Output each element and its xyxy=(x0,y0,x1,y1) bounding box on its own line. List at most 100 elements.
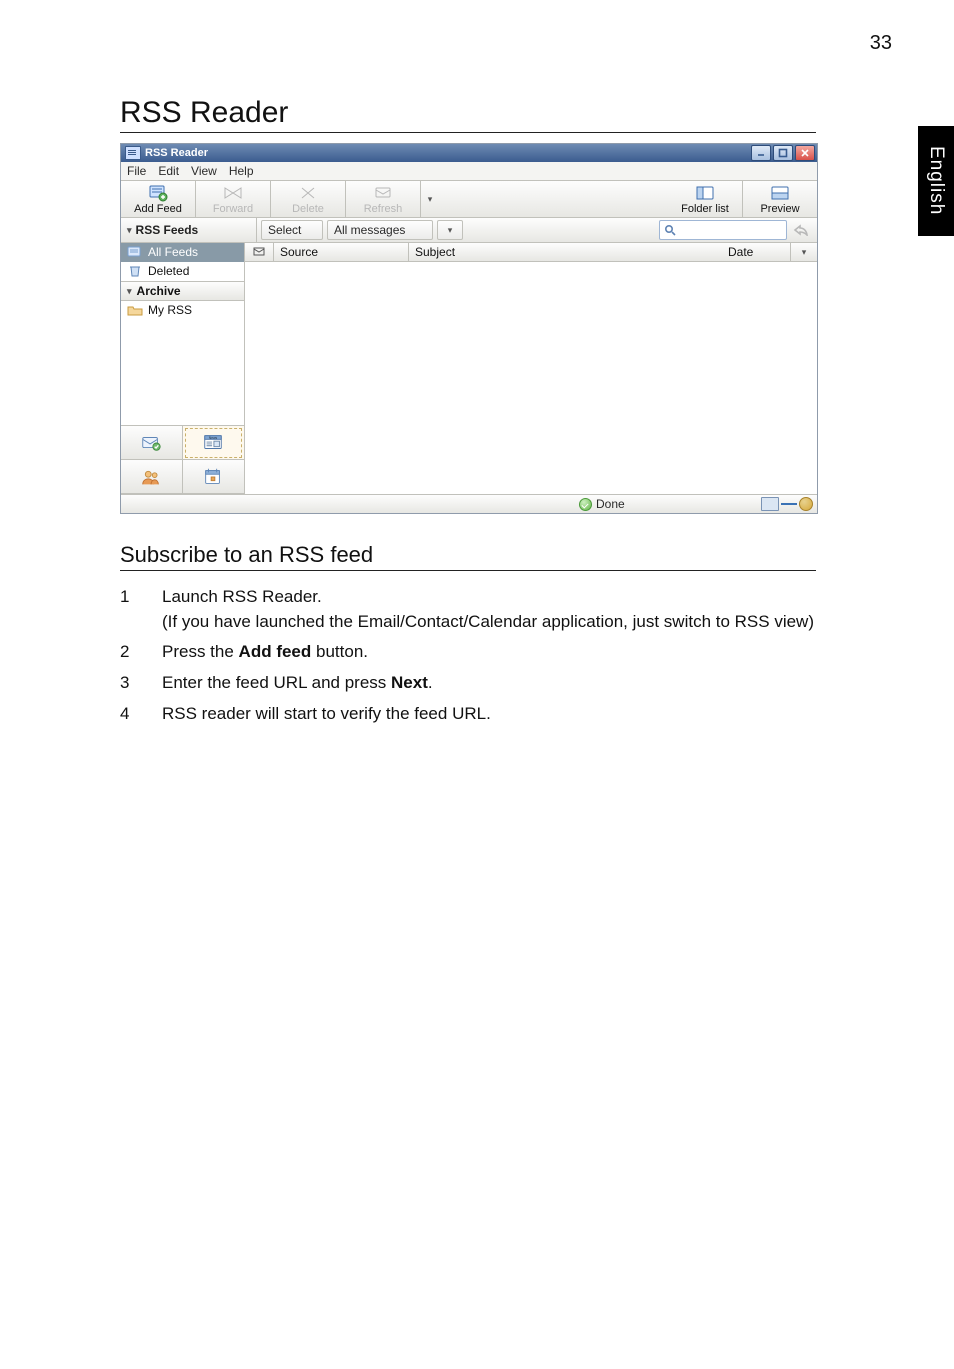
step-text-bold: Add feed xyxy=(239,642,312,661)
step-number: 2 xyxy=(120,640,162,665)
menu-file[interactable]: File xyxy=(127,164,146,178)
menubar: File Edit View Help xyxy=(121,162,817,181)
column-header-source-label: Source xyxy=(280,245,318,259)
news-icon: News xyxy=(202,432,224,454)
view-calendar-button[interactable] xyxy=(183,460,245,494)
column-header-sort-dropdown[interactable]: ▾ xyxy=(791,243,817,261)
tree-archive-section[interactable]: ▾ Archive xyxy=(121,281,244,301)
view-news-button[interactable]: News xyxy=(183,426,245,460)
delete-label: Delete xyxy=(292,203,324,215)
folder-list-label: Folder list xyxy=(681,203,729,215)
filter-extra-dropdown[interactable]: ▾ xyxy=(437,220,463,240)
folder-icon xyxy=(127,303,143,317)
step-number: 1 xyxy=(120,585,162,634)
refresh-icon xyxy=(373,184,393,202)
menu-view[interactable]: View xyxy=(191,164,217,178)
calendar-icon xyxy=(202,466,224,488)
view-mail-button[interactable] xyxy=(121,426,183,460)
tree-deleted[interactable]: Deleted xyxy=(121,262,244,281)
message-list-body xyxy=(245,262,817,494)
tree-all-feeds[interactable]: All Feeds xyxy=(121,243,244,262)
app-icon xyxy=(125,146,141,160)
computer-icon xyxy=(761,497,779,511)
folder-list-button[interactable]: Folder list xyxy=(668,181,743,217)
minimize-icon xyxy=(756,148,766,158)
step-3: 3 Enter the feed URL and press Next. xyxy=(120,671,816,696)
forward-label: Forward xyxy=(213,203,253,215)
step-number: 4 xyxy=(120,702,162,727)
refresh-dropdown: ▾ xyxy=(421,181,439,217)
sidebar: All Feeds Deleted ▾ Archive xyxy=(121,243,245,494)
step-text: Launch RSS Reader. xyxy=(162,587,322,606)
rss-reader-window: RSS Reader File Edit View Help xyxy=(120,143,818,514)
reply-arrow-icon xyxy=(789,224,813,236)
add-feed-button[interactable]: Add Feed xyxy=(121,181,196,217)
tree-all-feeds-label: All Feeds xyxy=(148,245,198,259)
chevron-down-icon: ▾ xyxy=(127,286,132,297)
column-header-envelope[interactable] xyxy=(245,243,274,261)
column-header-source[interactable]: Source xyxy=(274,243,409,261)
refresh-label: Refresh xyxy=(364,203,403,215)
section-heading: Subscribe to an RSS feed xyxy=(120,542,816,571)
window-title: RSS Reader xyxy=(145,147,208,159)
page-number: 33 xyxy=(870,32,892,55)
chevron-down-icon: ▾ xyxy=(802,247,807,258)
step-4: 4 RSS reader will start to verify the fe… xyxy=(120,702,816,727)
step-text: (If you have launched the Email/Contact/… xyxy=(162,612,814,631)
envelope-icon xyxy=(140,432,162,454)
window-minimize-button[interactable] xyxy=(751,145,771,161)
delete-button: Delete xyxy=(271,181,346,217)
globe-icon xyxy=(799,497,813,511)
step-1: 1 Launch RSS Reader. (If you have launch… xyxy=(120,585,816,634)
column-header-date-label: Date xyxy=(728,245,753,259)
language-tab: English xyxy=(918,126,954,236)
message-filter-dropdown[interactable]: All messages xyxy=(327,220,433,240)
contacts-icon xyxy=(140,466,162,488)
status-network-indicator xyxy=(757,497,817,511)
column-header-date[interactable]: Date xyxy=(722,243,791,261)
step-text-bold: Next xyxy=(391,673,428,692)
status-bar: Done xyxy=(121,494,817,513)
menu-edit[interactable]: Edit xyxy=(158,164,179,178)
select-button-label: Select xyxy=(268,223,301,237)
message-list-pane: Source Subject Date ▾ xyxy=(245,243,817,494)
tree-deleted-label: Deleted xyxy=(148,264,189,278)
chevron-down-icon: ▾ xyxy=(428,194,433,205)
rss-feeds-header[interactable]: ▾ RSS Feeds xyxy=(121,218,257,242)
preview-button[interactable]: Preview xyxy=(743,181,817,217)
step-text: Press the xyxy=(162,642,239,661)
window-titlebar: RSS Reader xyxy=(121,144,817,162)
column-header-subject[interactable]: Subject xyxy=(409,243,722,261)
select-button[interactable]: Select xyxy=(261,220,323,240)
window-maximize-button[interactable] xyxy=(773,145,793,161)
window-close-button[interactable] xyxy=(795,145,815,161)
tree-my-rss[interactable]: My RSS xyxy=(121,301,244,320)
delete-icon xyxy=(298,184,318,202)
step-text: Enter the feed URL and press xyxy=(162,673,391,692)
connection-line-icon xyxy=(781,503,797,505)
forward-icon xyxy=(223,184,243,202)
search-input[interactable] xyxy=(659,220,787,240)
status-done: Done xyxy=(579,497,625,511)
step-text: button. xyxy=(311,642,368,661)
filter-bar: ▾ RSS Feeds Select All messages ▾ xyxy=(121,218,817,243)
rss-feeds-header-label: RSS Feeds xyxy=(136,223,199,237)
step-2: 2 Press the Add feed button. xyxy=(120,640,816,665)
status-done-label: Done xyxy=(596,497,625,511)
view-contacts-button[interactable] xyxy=(121,460,183,494)
main-area: All Feeds Deleted ▾ Archive xyxy=(121,243,817,494)
add-feed-label: Add Feed xyxy=(134,203,182,215)
toolbar: Add Feed Forward Delete Refresh xyxy=(121,181,817,218)
envelope-icon xyxy=(253,247,265,257)
maximize-icon xyxy=(778,148,788,158)
svg-text:News: News xyxy=(209,435,218,439)
tree-archive-label: Archive xyxy=(137,284,181,298)
sidebar-view-switcher: News xyxy=(121,425,244,494)
menu-help[interactable]: Help xyxy=(229,164,254,178)
step-text: . xyxy=(428,673,433,692)
chevron-down-icon: ▾ xyxy=(127,225,132,236)
step-text: RSS reader will start to verify the feed… xyxy=(162,704,491,723)
tree-my-rss-label: My RSS xyxy=(148,303,192,317)
chevron-down-icon: ▾ xyxy=(448,225,453,236)
status-ok-icon xyxy=(579,498,592,511)
